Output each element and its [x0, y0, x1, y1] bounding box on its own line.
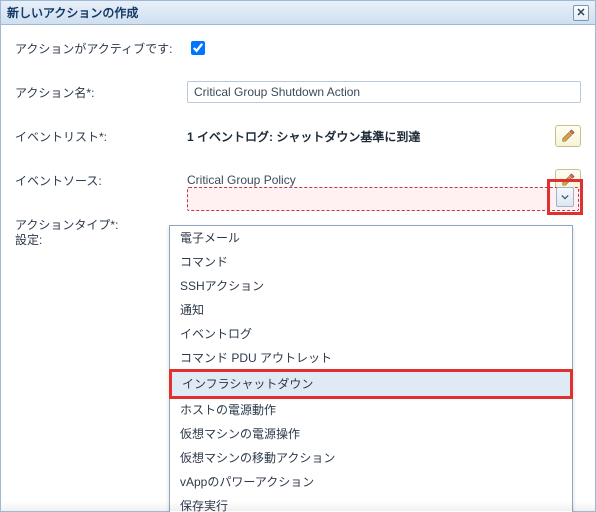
pencil-icon — [561, 129, 575, 143]
highlight-dropdown-item: インフラシャットダウン — [169, 369, 573, 399]
field-event-list: 1 イベントログ: シャットダウン基準に到達 — [187, 125, 581, 147]
event-list-count: 1 イベントログ: — [187, 130, 273, 144]
edit-event-list-button[interactable] — [555, 125, 581, 147]
dropdown-item[interactable]: SSHアクション — [170, 274, 572, 298]
label-settings: 設定: — [15, 231, 42, 248]
dropdown-item[interactable]: ホストの電源動作 — [170, 398, 572, 422]
dropdown-item[interactable]: インフラシャットダウン — [172, 372, 570, 396]
combo-action-type[interactable] — [187, 187, 579, 211]
dropdown-item[interactable]: vAppのパワーアクション — [170, 470, 572, 494]
highlight-combo-button — [547, 179, 583, 215]
field-action-name — [187, 81, 581, 103]
close-button[interactable]: ✕ — [573, 5, 589, 21]
combo-action-type-wrap — [187, 187, 579, 217]
dropdown-item[interactable]: コマンド — [170, 250, 572, 274]
close-icon: ✕ — [576, 6, 585, 19]
dropdown-item[interactable]: 保存実行 — [170, 494, 572, 512]
event-source-value: Critical Group Policy — [187, 173, 549, 187]
dropdown-item[interactable]: コマンド PDU アウトレット — [170, 346, 572, 370]
dropdown-item[interactable]: 仮想マシンの移動アクション — [170, 446, 572, 470]
dropdown-item[interactable]: 仮想マシンの電源操作 — [170, 422, 572, 446]
dropdown-item[interactable]: 通知 — [170, 298, 572, 322]
row-action-active: アクションがアクティブです: — [15, 37, 581, 59]
field-action-active — [187, 38, 581, 58]
dropdown-item[interactable]: イベントログ — [170, 322, 572, 346]
dropdown-action-type[interactable]: 電子メールコマンドSSHアクション通知イベントログコマンド PDU アウトレット… — [169, 225, 573, 512]
label-action-active: アクションがアクティブです: — [15, 40, 187, 57]
dialog-create-new-action: 新しいアクションの作成 ✕ アクションがアクティブです: アクション名*: イベ… — [0, 0, 596, 512]
event-list-summary: 1 イベントログ: シャットダウン基準に到達 — [187, 128, 549, 145]
event-list-text: シャットダウン基準に到達 — [273, 130, 420, 144]
combo-action-type-button[interactable] — [556, 187, 574, 207]
dialog-title: 新しいアクションの作成 — [7, 4, 138, 21]
label-event-source: イベントソース: — [15, 172, 187, 189]
dropdown-item[interactable]: 電子メール — [170, 226, 572, 250]
input-action-name[interactable] — [187, 81, 581, 103]
chevron-down-icon — [561, 193, 569, 201]
label-event-list: イベントリスト*: — [15, 128, 187, 145]
checkbox-action-active[interactable] — [191, 41, 205, 55]
label-action-type: アクションタイプ*: — [15, 216, 187, 233]
row-action-name: アクション名*: — [15, 81, 581, 103]
label-action-name: アクション名*: — [15, 84, 187, 101]
dialog-titlebar: 新しいアクションの作成 ✕ — [1, 1, 595, 25]
row-event-list: イベントリスト*: 1 イベントログ: シャットダウン基準に到達 — [15, 125, 581, 147]
